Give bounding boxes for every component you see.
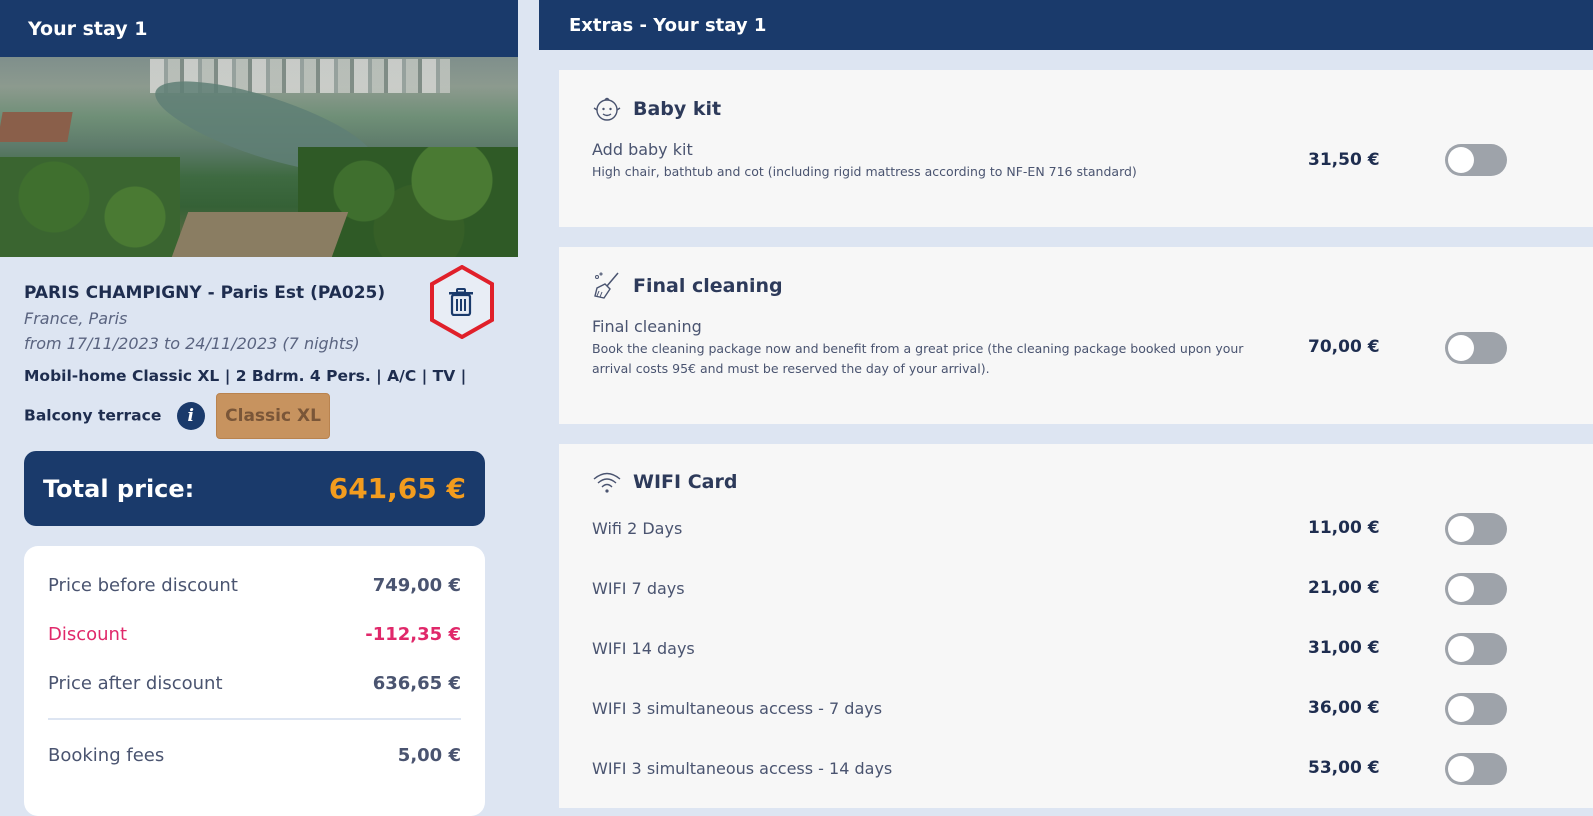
card-title-text: Baby kit [633, 98, 722, 120]
card-title-text: WIFI Card [633, 471, 738, 493]
stay-header: Your stay 1 [0, 0, 518, 57]
discount-row: Discount -112,35 € [48, 610, 461, 659]
price-label: Price after discount [48, 673, 223, 694]
price-label: Discount [48, 624, 128, 645]
option-price: 36,00 € [1308, 698, 1380, 718]
unit-line-1: Mobil-home Classic XL | 2 Bdrm. 4 Pers. … [24, 367, 467, 385]
wifi-14-days-toggle[interactable] [1445, 633, 1507, 665]
option-price: 31,50 € [1308, 150, 1380, 170]
price-value: 5,00 € [397, 745, 461, 766]
campsite-photo [0, 57, 518, 257]
baby-kit-title: Baby kit [592, 93, 721, 125]
booking-fees-row: Booking fees 5,00 € [48, 731, 461, 780]
wifi-option-row: Wifi 2 Days [592, 519, 1593, 538]
option-name: Wifi 2 Days [592, 519, 683, 538]
extras-panel: Extras - Your stay 1 Baby kit Add baby k… [539, 0, 1593, 808]
wifi-option-row: WIFI 3 simultaneous access - 7 days [592, 699, 1593, 718]
option-price: 70,00 € [1308, 337, 1380, 357]
option-name: WIFI 3 simultaneous access - 7 days [592, 699, 883, 718]
final-cleaning-title: Final cleaning [592, 270, 783, 302]
price-before-discount-row: Price before discount 749,00 € [48, 561, 461, 610]
unit-description: Mobil-home Classic XL | 2 Bdrm. 4 Pers. … [24, 359, 494, 439]
baby-kit-option: Add baby kit High chair, bathtub and cot… [592, 140, 1593, 182]
stay-panel: Your stay 1 PARIS CHAMPIGNY - Paris Est … [0, 0, 518, 816]
price-value: 636,65 € [372, 673, 461, 694]
unit-line-2: Balcony terrace [24, 406, 162, 425]
wifi-option-row: WIFI 3 simultaneous access - 14 days [592, 759, 1593, 778]
final-cleaning-option: Final cleaning Book the cleaning package… [592, 317, 1593, 379]
unit-badge: Classic XL [216, 393, 330, 439]
price-label: Booking fees [48, 745, 165, 766]
total-price-label: Total price: [43, 474, 195, 503]
price-after-discount-row: Price after discount 636,65 € [48, 659, 461, 708]
option-description: Book the cleaning package now and benefi… [592, 341, 1244, 376]
baby-kit-card: Baby kit Add baby kit High chair, bathtu… [559, 70, 1593, 227]
baby-kit-toggle[interactable] [1445, 144, 1507, 176]
price-value: -112,35 € [365, 624, 461, 645]
stay-dates: from 17/11/2023 to 24/11/2023 (7 nights) [24, 334, 360, 353]
wifi-2-days-toggle[interactable] [1445, 513, 1507, 545]
wifi-title: WIFI Card [592, 466, 737, 498]
option-price: 21,00 € [1308, 578, 1380, 598]
total-price-box: Total price: 641,65 € [24, 451, 485, 526]
price-label: Price before discount [48, 575, 238, 596]
option-price: 31,00 € [1308, 638, 1380, 658]
wifi-card: WIFI Card Wifi 2 Days 11,00 € WIFI 7 day… [559, 444, 1593, 808]
wifi-7-days-toggle[interactable] [1445, 573, 1507, 605]
campsite-name: PARIS CHAMPIGNY - Paris Est (PA025) [24, 283, 386, 303]
final-cleaning-toggle[interactable] [1445, 332, 1507, 364]
price-value: 749,00 € [372, 575, 461, 596]
wifi-3-access-14-days-toggle[interactable] [1445, 753, 1507, 785]
option-name: Add baby kit [592, 140, 693, 159]
option-name: WIFI 3 simultaneous access - 14 days [592, 759, 893, 778]
broom-icon [594, 272, 619, 299]
info-icon[interactable]: i [176, 402, 205, 430]
wifi-icon [593, 472, 621, 493]
price-breakdown: Price before discount 749,00 € Discount … [24, 546, 485, 816]
option-description: High chair, bathtub and cot (including r… [592, 164, 1137, 179]
divider [48, 718, 461, 720]
wifi-3-access-7-days-toggle[interactable] [1445, 693, 1507, 725]
wifi-option-row: WIFI 7 days [592, 579, 1593, 598]
delete-stay-button[interactable] [428, 265, 496, 339]
final-cleaning-card: Final cleaning Final cleaning Book the c… [559, 247, 1593, 424]
option-name: Final cleaning [592, 317, 702, 336]
total-price-value: 641,65 € [328, 472, 466, 505]
option-name: WIFI 14 days [592, 639, 695, 658]
extras-header: Extras - Your stay 1 [539, 0, 1593, 50]
campsite-location: France, Paris [24, 309, 128, 328]
baby-icon [593, 97, 621, 121]
wifi-option-row: WIFI 14 days [592, 639, 1593, 658]
option-name: WIFI 7 days [592, 579, 685, 598]
option-price: 11,00 € [1308, 518, 1380, 538]
option-price: 53,00 € [1308, 758, 1380, 778]
trash-icon [449, 288, 473, 316]
card-title-text: Final cleaning [633, 275, 783, 297]
